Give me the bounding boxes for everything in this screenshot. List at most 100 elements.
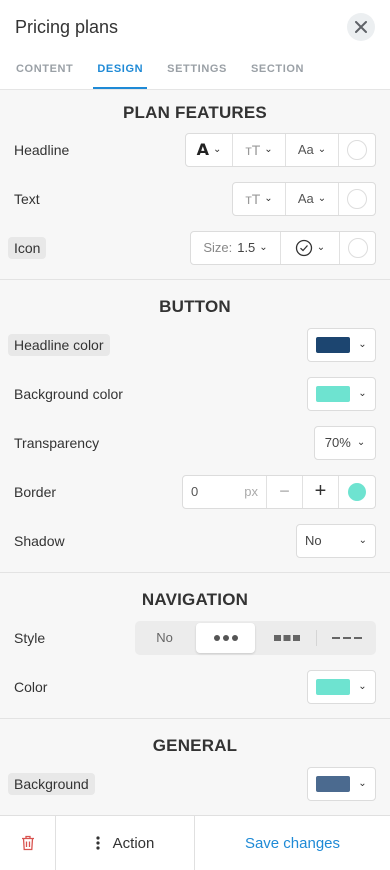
chevron-down-icon: ⌄	[264, 193, 273, 204]
general-background-row: Background ⌄	[0, 759, 390, 808]
border-label: Border	[14, 483, 57, 500]
tab-design[interactable]: DESIGN	[93, 55, 147, 89]
nav-style-row: Style No	[0, 613, 390, 662]
tab-content[interactable]: CONTENT	[16, 55, 73, 89]
transparency-row: Transparency 70% ⌄	[0, 418, 390, 467]
color-circle-icon	[347, 139, 367, 160]
nav-style-squares[interactable]	[257, 623, 316, 653]
nav-color-label: Color	[14, 678, 48, 695]
tab-section[interactable]: SECTION	[251, 55, 304, 89]
close-icon	[355, 21, 367, 33]
plan-features-title: PLAN FEATURES	[123, 103, 267, 122]
tab-settings[interactable]: SETTINGS	[167, 55, 227, 89]
navigation-title: NAVIGATION	[141, 590, 249, 609]
minus-icon: −	[279, 481, 290, 501]
chevron-down-icon: ⌄	[264, 144, 273, 155]
icon-color-picker[interactable]	[340, 232, 375, 264]
text-size-dropdown[interactable]: ᴛT ⌄	[233, 182, 286, 215]
background-color-label: Background color	[14, 385, 123, 402]
shadow-dropdown[interactable]: No ⌄	[296, 523, 376, 558]
chevron-down-icon: ⌄	[317, 193, 327, 204]
color-circle-icon	[347, 237, 368, 258]
headline-label: Headline	[14, 141, 70, 158]
headline-color-picker[interactable]	[339, 134, 375, 166]
border-decrease-button[interactable]: −	[267, 475, 303, 508]
chevron-down-icon: ⌄	[316, 242, 326, 253]
headline-color-dropdown[interactable]: ⌄	[307, 327, 376, 362]
delete-button[interactable]	[0, 816, 56, 870]
border-color-picker[interactable]	[339, 476, 375, 508]
font-family-icon: Aa	[297, 142, 314, 157]
chevron-down-icon: ⌄	[259, 242, 268, 253]
action-label: Action	[112, 834, 155, 852]
headline-row: Headline A ⌄ ᴛT ⌄ Aa ⌄	[0, 125, 390, 174]
shadow-label: Shadow	[14, 532, 65, 549]
action-button[interactable]: Action	[56, 816, 195, 870]
general-title: GENERAL	[152, 736, 238, 755]
chevron-down-icon: ⌄	[358, 535, 367, 546]
nav-style-dashes[interactable]	[316, 629, 376, 646]
dashes-icon	[331, 636, 362, 639]
font-family-dropdown[interactable]: Aa ⌄	[286, 182, 339, 215]
nav-style-label: Style	[14, 629, 46, 646]
headline-color-row: Headline color ⌄	[0, 320, 390, 369]
panel-header: Pricing plans CONTENT DESIGN SETTINGS SE…	[0, 0, 390, 90]
headline-color-label: Headline color	[8, 333, 110, 356]
panel-footer: Action Save changes	[0, 815, 390, 870]
border-row: Border 0 px − +	[0, 467, 390, 516]
font-weight-dropdown[interactable]: A ⌄	[186, 133, 233, 166]
text-size-icon: ᴛT	[245, 190, 261, 207]
font-family-icon: Aa	[297, 191, 314, 206]
font-weight-icon: A	[196, 140, 209, 159]
icon-size-label: Size:	[203, 240, 233, 255]
color-circle-icon	[347, 188, 367, 209]
button-section: BUTTON Headline color ⌄ Background color…	[0, 280, 390, 573]
background-color-swatch	[316, 385, 351, 402]
border-color-circle-icon	[348, 482, 366, 501]
font-family-dropdown[interactable]: Aa ⌄	[286, 133, 339, 166]
nav-color-swatch-cell: ⌄	[308, 671, 375, 703]
chevron-down-icon: ⌄	[356, 437, 366, 448]
nav-style-dots[interactable]	[196, 622, 255, 653]
navigation-section: NAVIGATION Style No Color ⌄	[0, 573, 390, 719]
shadow-row: Shadow No ⌄	[0, 516, 390, 565]
border-value: 0	[191, 484, 199, 499]
panel-title: Pricing plans	[15, 17, 119, 37]
squares-icon	[273, 634, 300, 641]
dots-icon	[213, 634, 238, 641]
icon-row: Icon Size: 1.5 ⌄ ⌄	[0, 223, 390, 272]
border-increase-button[interactable]: +	[303, 475, 339, 508]
transparency-dropdown[interactable]: 70% ⌄	[314, 425, 376, 460]
border-width-input[interactable]: 0 px	[183, 475, 267, 508]
tab-bar: CONTENT DESIGN SETTINGS SECTION	[0, 55, 312, 89]
icon-size-value: 1.5	[237, 240, 256, 255]
text-label: Text	[14, 190, 40, 207]
text-color-picker[interactable]	[339, 183, 375, 215]
icon-style-dropdown[interactable]: ⌄	[281, 231, 340, 264]
save-changes-button[interactable]: Save changes	[195, 816, 390, 870]
text-size-dropdown[interactable]: ᴛT ⌄	[233, 133, 286, 166]
chevron-down-icon: ⌄	[358, 681, 367, 692]
chevron-down-icon: ⌄	[213, 144, 222, 155]
background-color-dropdown[interactable]: ⌄	[307, 376, 376, 411]
chevron-down-icon: ⌄	[317, 144, 327, 155]
transparency-value: 70%	[324, 435, 351, 450]
text-row: Text ᴛT ⌄ Aa ⌄	[0, 174, 390, 223]
general-background-label: Background	[8, 772, 95, 795]
chevron-down-icon: ⌄	[358, 388, 367, 399]
general-background-dropdown[interactable]: ⌄	[307, 766, 376, 801]
shadow-value: No	[305, 533, 322, 548]
icon-label: Icon	[8, 236, 47, 259]
icon-size-dropdown[interactable]: Size: 1.5 ⌄	[191, 231, 281, 264]
nav-color-dropdown[interactable]: ⌄	[307, 669, 376, 704]
headline-color-swatch	[316, 336, 351, 353]
chevron-down-icon: ⌄	[358, 778, 367, 789]
general-background-swatch-cell: ⌄	[308, 768, 375, 800]
transparency-label: Transparency	[14, 434, 100, 451]
general-background-swatch	[316, 775, 351, 792]
nav-style-none[interactable]: No	[135, 623, 194, 653]
chevron-down-icon: ⌄	[358, 339, 367, 350]
close-button[interactable]	[347, 13, 375, 41]
nav-style-segmented-control: No	[135, 620, 376, 655]
nav-color-row: Color ⌄	[0, 662, 390, 711]
